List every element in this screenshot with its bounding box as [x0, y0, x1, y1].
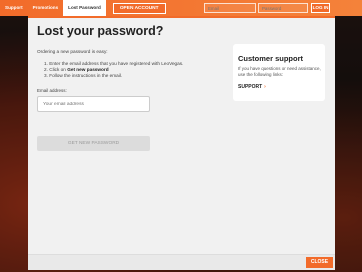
email-label: Email address: — [37, 88, 67, 93]
get-new-password-button[interactable]: GET NEW PASSWORD — [37, 136, 150, 151]
lost-password-modal: Lost your password? Ordering a new passw… — [28, 16, 335, 270]
nav-lost-password[interactable]: Lost Password — [63, 0, 106, 16]
email-field[interactable] — [37, 96, 150, 112]
close-button[interactable]: CLOSE — [306, 257, 333, 268]
step-2-emphasis: Get new password — [67, 67, 109, 73]
step-3: 3. Follow the instructions in the email. — [44, 73, 123, 79]
modal-title: Lost your password? — [37, 24, 164, 38]
instruction-steps: 1. Enter the email address that you have… — [44, 61, 183, 80]
support-link[interactable]: SUPPORT › — [238, 84, 266, 90]
nav-promotions[interactable]: Promotions — [28, 0, 64, 16]
chevron-right-icon: › — [264, 84, 266, 90]
support-text: If you have questions or need assistance… — [238, 66, 321, 77]
nav-support[interactable]: Support — [0, 0, 28, 16]
login-button[interactable]: LOG IN — [311, 3, 330, 13]
header-password-input[interactable] — [258, 3, 308, 13]
open-account-button[interactable]: OPEN ACCOUNT — [112, 2, 166, 14]
intro-text: Ordering a new password is easy: — [37, 49, 108, 54]
support-title: Customer support — [238, 54, 304, 63]
customer-support-card: Customer support If you have questions o… — [233, 44, 325, 101]
modal-footer: CLOSE — [28, 254, 335, 270]
header-email-input[interactable] — [204, 3, 256, 13]
